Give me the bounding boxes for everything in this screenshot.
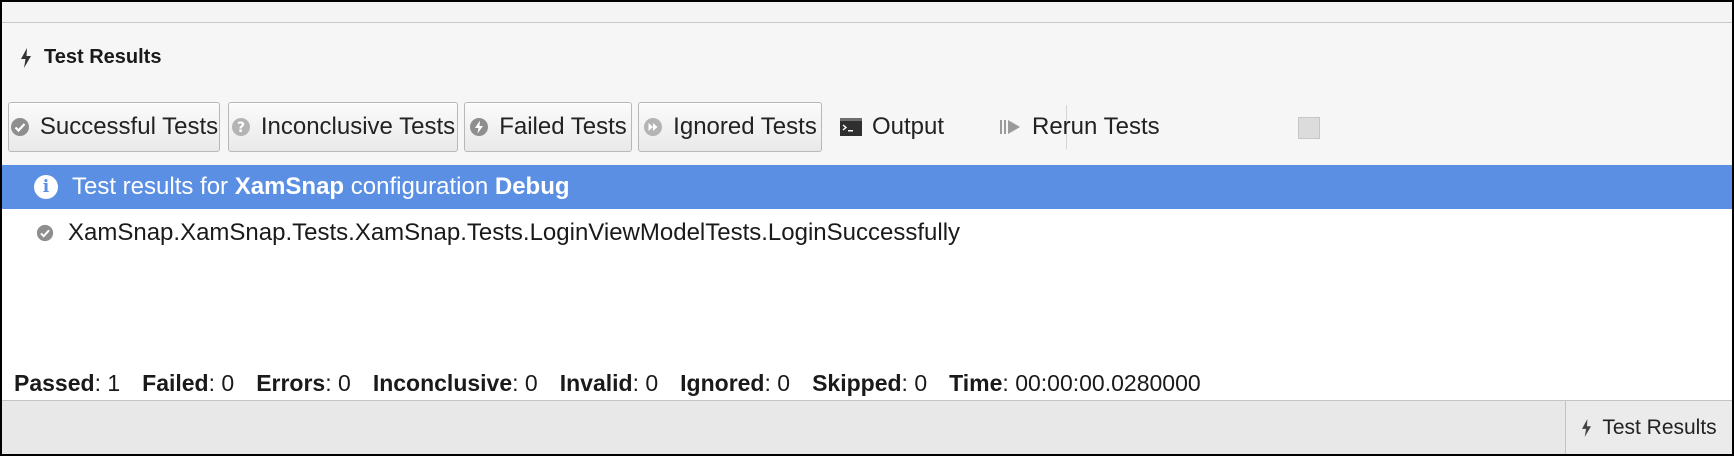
output-label: Output (872, 113, 945, 140)
info-icon: i (34, 175, 58, 199)
ignored-tests-button[interactable]: Ignored Tests (638, 102, 822, 152)
bottom-tab-test-results[interactable]: Test Results (1565, 401, 1732, 454)
results-header-row[interactable]: i Test results for XamSnap configuration… (2, 165, 1732, 209)
summary-inconclusive: Inconclusive: 0 (372, 370, 538, 396)
inconclusive-tests-label: Inconclusive Tests (260, 113, 456, 140)
summary-ignored: Ignored: 0 (680, 370, 791, 396)
pad-header (2, 23, 1732, 99)
results-header-configuration: Debug (494, 173, 570, 200)
summary-invalid: Invalid: 0 (559, 370, 659, 396)
output-button[interactable]: Output (840, 102, 944, 152)
summary-errors: Errors: 0 (256, 370, 351, 396)
rerun-tests-button[interactable]: Rerun Tests (1000, 102, 1160, 152)
skip-circle-icon (643, 117, 663, 137)
lightning-icon (20, 47, 32, 68)
summary-failed: Failed: 0 (142, 370, 235, 396)
check-circle-icon (36, 224, 54, 242)
stop-icon[interactable] (1298, 117, 1320, 139)
results-list: i Test results for XamSnap configuration… (2, 165, 1732, 357)
summary-time: Time: 00:00:00.0280000 (949, 370, 1201, 396)
ignored-tests-label: Ignored Tests (673, 113, 817, 140)
lightning-icon (1581, 419, 1592, 437)
terminal-icon (840, 118, 862, 136)
summary-line: Passed: 1 Failed: 0 Errors: 0 Inconclusi… (14, 370, 1201, 397)
summary-passed: Passed: 1 (14, 370, 121, 396)
top-strip (2, 2, 1732, 23)
results-header-project: XamSnap (234, 173, 345, 200)
test-name: XamSnap.XamSnap.Tests.XamSnap.Tests.Logi… (68, 219, 961, 246)
failed-tests-label: Failed Tests (499, 113, 627, 140)
rerun-icon (1000, 118, 1022, 136)
results-header-middle: configuration (344, 173, 495, 200)
toolbar: Successful Tests ? Inconclusive Tests Fa… (2, 99, 1732, 165)
test-row[interactable]: XamSnap.XamSnap.Tests.XamSnap.Tests.Logi… (2, 215, 1732, 251)
successful-tests-label: Successful Tests (39, 113, 219, 140)
check-circle-icon (10, 117, 30, 137)
results-header-prefix: Test results for (72, 173, 235, 200)
question-circle-icon: ? (231, 117, 251, 137)
lightning-circle-icon (469, 117, 489, 137)
bottom-tab-label: Test Results (1602, 416, 1717, 439)
pad-title-label: Test Results (44, 46, 162, 68)
inconclusive-tests-button[interactable]: ? Inconclusive Tests (228, 102, 458, 152)
successful-tests-button[interactable]: Successful Tests (8, 102, 220, 152)
test-results-pad: Test Results Successful Tests ? Inconclu… (2, 2, 1732, 454)
bottom-pad-bar: Test Results (2, 400, 1732, 454)
rerun-tests-label: Rerun Tests (1032, 113, 1160, 140)
svg-text:?: ? (237, 120, 245, 136)
failed-tests-button[interactable]: Failed Tests (464, 102, 632, 152)
pad-title: Test Results (20, 46, 161, 69)
summary-skipped: Skipped: 0 (812, 370, 928, 396)
